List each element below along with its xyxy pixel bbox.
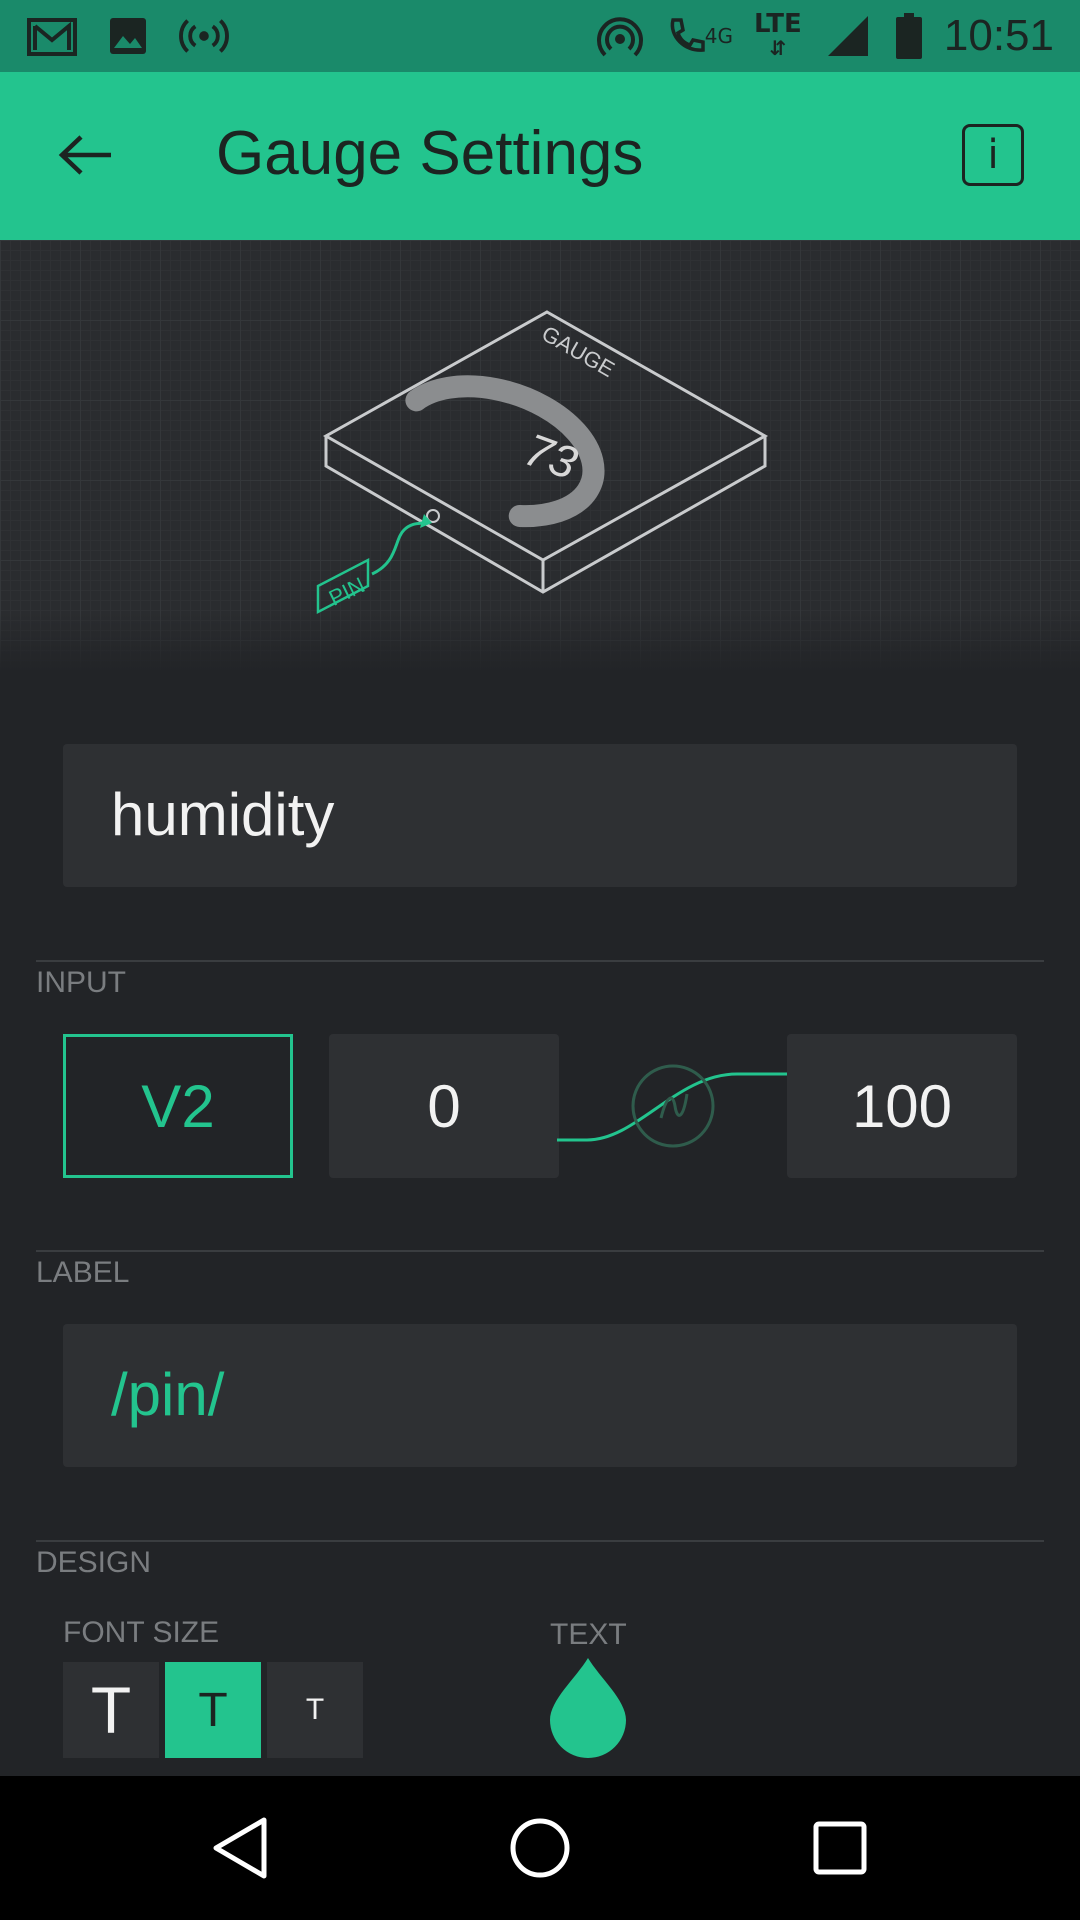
call-4g-icon: 4G bbox=[664, 10, 734, 62]
nav-home-icon[interactable] bbox=[500, 1808, 580, 1888]
hotspot-icon bbox=[594, 10, 646, 62]
label-section-label: LABEL bbox=[36, 1256, 130, 1289]
app-bar: Gauge Settings i bbox=[0, 72, 1080, 240]
font-size-medium-button[interactable]: T bbox=[165, 1662, 261, 1758]
pin-selector[interactable]: V2 bbox=[63, 1034, 293, 1178]
label-value: /pin/ bbox=[111, 1361, 225, 1428]
broadcast-icon bbox=[178, 10, 230, 62]
status-bar: 4G LTE ⇵ 10:51 bbox=[0, 0, 1080, 72]
text-color-drop-icon[interactable] bbox=[546, 1656, 630, 1758]
section-divider bbox=[36, 960, 1044, 962]
signal-icon bbox=[822, 10, 874, 62]
input-section-label: INPUT bbox=[36, 966, 126, 999]
status-time: 10:51 bbox=[943, 11, 1054, 60]
gauge-illustration-icon: 73 GAUGE PIN bbox=[316, 310, 769, 615]
widget-illustration: 73 GAUGE PIN bbox=[0, 240, 1080, 672]
widget-name-value: humidity bbox=[111, 781, 335, 848]
design-section-label: DESIGN bbox=[36, 1546, 152, 1579]
network-4g-text: 4G bbox=[704, 24, 733, 48]
back-arrow-icon[interactable] bbox=[50, 120, 120, 190]
info-button[interactable]: i bbox=[962, 124, 1024, 186]
section-divider bbox=[36, 1250, 1044, 1252]
nav-recents-icon[interactable] bbox=[800, 1808, 880, 1888]
font-size-small-button[interactable]: T bbox=[267, 1662, 363, 1758]
lte-icon: LTE ⇵ bbox=[754, 9, 802, 60]
battery-icon bbox=[892, 10, 926, 62]
system-nav-bar bbox=[0, 1776, 1080, 1920]
gmail-icon bbox=[26, 10, 78, 62]
image-icon bbox=[102, 10, 154, 62]
min-value-field[interactable]: 0 bbox=[329, 1034, 559, 1178]
font-size-label: FONT SIZE bbox=[63, 1616, 220, 1649]
mapping-curve-icon bbox=[557, 1064, 789, 1148]
max-value-field[interactable]: 100 bbox=[787, 1034, 1017, 1178]
section-divider bbox=[36, 1540, 1044, 1542]
label-field[interactable]: /pin/ bbox=[63, 1324, 1017, 1467]
text-color-label: TEXT bbox=[550, 1618, 627, 1651]
network-lte-text: LTE bbox=[754, 9, 802, 39]
font-size-large-button[interactable]: T bbox=[63, 1662, 159, 1758]
page-title: Gauge Settings bbox=[216, 119, 644, 188]
widget-name-field[interactable]: humidity bbox=[63, 744, 1017, 887]
nav-back-icon[interactable] bbox=[200, 1808, 280, 1888]
